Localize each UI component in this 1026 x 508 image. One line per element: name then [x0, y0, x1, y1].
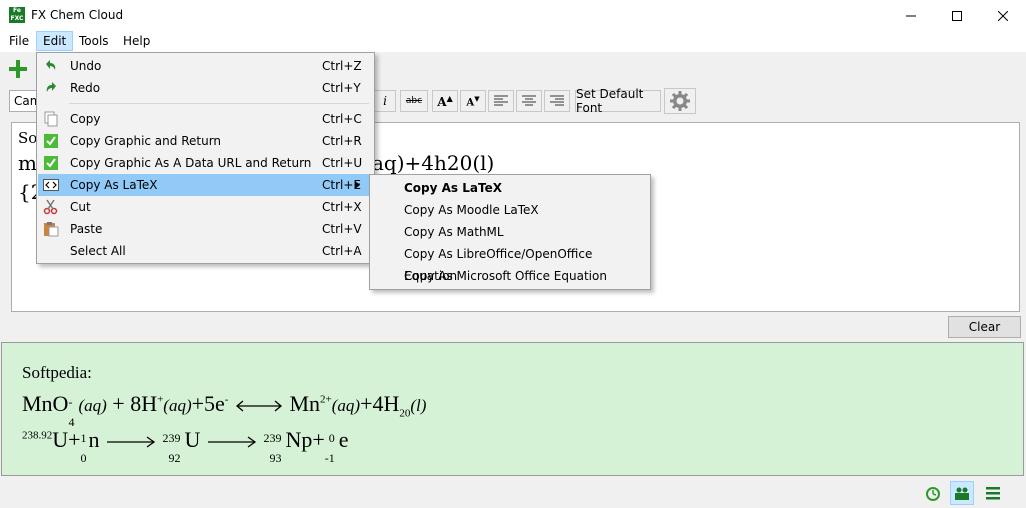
- reaction-arrow-icon: [107, 436, 156, 448]
- hamburger-icon: [986, 487, 1000, 500]
- submenu-item-moodle-latex[interactable]: Copy As Moodle LaTeX: [371, 199, 649, 221]
- app-icon: Fe FXC: [9, 7, 25, 23]
- submenu-item-mathml[interactable]: Copy As MathML: [371, 221, 649, 243]
- font-select[interactable]: Cam: [9, 90, 39, 112]
- equilibrium-arrow-icon: [235, 400, 282, 412]
- menu-item-paste[interactable]: Paste Ctrl+V: [38, 218, 373, 240]
- menu-bar: File Edit Tools Help: [0, 31, 1026, 53]
- reaction-arrow-icon-2: [207, 436, 257, 448]
- gear-icon: [670, 91, 690, 111]
- maximize-button[interactable]: [934, 0, 980, 31]
- close-icon: [998, 10, 1008, 21]
- italic-icon: i: [383, 94, 387, 108]
- italic-button[interactable]: i: [374, 90, 396, 112]
- paste-icon: [44, 222, 59, 237]
- menu-help[interactable]: Help: [117, 31, 156, 51]
- redo-icon: [46, 82, 56, 92]
- menu-item-copy[interactable]: Copy Ctrl+C: [38, 108, 373, 130]
- latex-submenu: Copy As LaTeX Copy As Moodle LaTeX Copy …: [369, 174, 651, 290]
- undo-icon: [46, 60, 56, 70]
- editor-line-2-start: m: [18, 151, 37, 175]
- menu-item-undo[interactable]: Undo Ctrl+Z: [38, 55, 373, 77]
- close-button[interactable]: [980, 0, 1026, 31]
- preview-equation-2: 238.92U+ 1 0 n 239 92 U 239 93 Np+ 0 -1 e: [22, 427, 349, 465]
- decrease-font-button[interactable]: A▼: [460, 90, 486, 112]
- menu-item-cut[interactable]: Cut Ctrl+X: [38, 196, 373, 218]
- align-right-button[interactable]: [544, 90, 570, 112]
- preview-label: Softpedia:: [22, 363, 92, 382]
- increase-font-button[interactable]: A▲: [432, 90, 458, 112]
- font-increase-icon: A▲: [437, 93, 453, 109]
- clear-button[interactable]: Clear: [948, 316, 1021, 338]
- users-icon: [955, 487, 969, 500]
- align-left-button[interactable]: [488, 90, 514, 112]
- menu-item-copy-graphic[interactable]: Copy Graphic and Return Ctrl+R: [38, 130, 373, 152]
- preview-equation-1: MnO -4 (aq) + 8H+(aq)+5e- Mn2+(aq)+4H20(l): [22, 391, 427, 429]
- strikethrough-button[interactable]: abc: [400, 90, 428, 112]
- title-bar: Fe FXC FX Chem Cloud: [0, 0, 1026, 31]
- strikethrough-icon: abc: [405, 96, 423, 106]
- menu-list-button[interactable]: [985, 486, 1001, 503]
- equation-preview: Softpedia: MnO -4 (aq) + 8H+(aq)+5e- Mn2+(…: [1, 342, 1024, 476]
- menu-separator: [69, 103, 369, 104]
- scissors-icon: [43, 199, 58, 215]
- align-center-button[interactable]: [516, 90, 542, 112]
- window-title: FX Chem Cloud: [31, 8, 124, 22]
- submenu-item-ms-office[interactable]: Copy As Microsoft Office Equation: [371, 265, 649, 287]
- menu-tools[interactable]: Tools: [73, 31, 115, 51]
- menu-edit[interactable]: Edit: [36, 31, 74, 51]
- checkmark-url-icon: [44, 156, 58, 170]
- align-center-icon: [522, 95, 536, 106]
- editor-line-2-end: aq)+4h20(l): [372, 151, 495, 175]
- align-left-icon: [494, 95, 508, 106]
- copy-icon: [44, 111, 58, 127]
- maximize-icon: [952, 10, 962, 21]
- menu-item-copy-data-url[interactable]: Copy Graphic As A Data URL and Return Ct…: [38, 152, 373, 174]
- code-icon: [43, 179, 59, 191]
- menu-file[interactable]: File: [3, 31, 35, 51]
- menu-item-redo[interactable]: Redo Ctrl+Y: [38, 77, 373, 99]
- menu-item-copy-latex[interactable]: Copy As LaTeX Ctrl+E: [38, 174, 373, 196]
- history-icon: [926, 487, 940, 501]
- menu-item-select-all[interactable]: Select All Ctrl+A: [38, 240, 373, 262]
- font-decrease-icon: A▼: [466, 93, 480, 109]
- minimize-button[interactable]: [888, 0, 934, 31]
- plus-icon: [9, 60, 27, 78]
- edit-menu: Undo Ctrl+Z Redo Ctrl+Y Copy Ctrl+C Copy…: [36, 52, 375, 264]
- add-button[interactable]: [7, 58, 29, 80]
- community-button[interactable]: [950, 481, 974, 505]
- submenu-arrow-icon: [355, 181, 360, 189]
- submenu-item-libreoffice[interactable]: Copy As LibreOffice/OpenOffice Equation: [371, 243, 649, 283]
- submenu-item-latex[interactable]: Copy As LaTeX: [371, 177, 649, 199]
- checkmark-icon: [44, 134, 58, 148]
- minimize-icon: [906, 15, 916, 16]
- history-button[interactable]: [925, 486, 941, 505]
- set-default-font-button[interactable]: Set Default Font: [575, 87, 661, 115]
- align-right-icon: [550, 95, 564, 106]
- settings-button[interactable]: [664, 88, 696, 114]
- status-bar: [0, 478, 1026, 508]
